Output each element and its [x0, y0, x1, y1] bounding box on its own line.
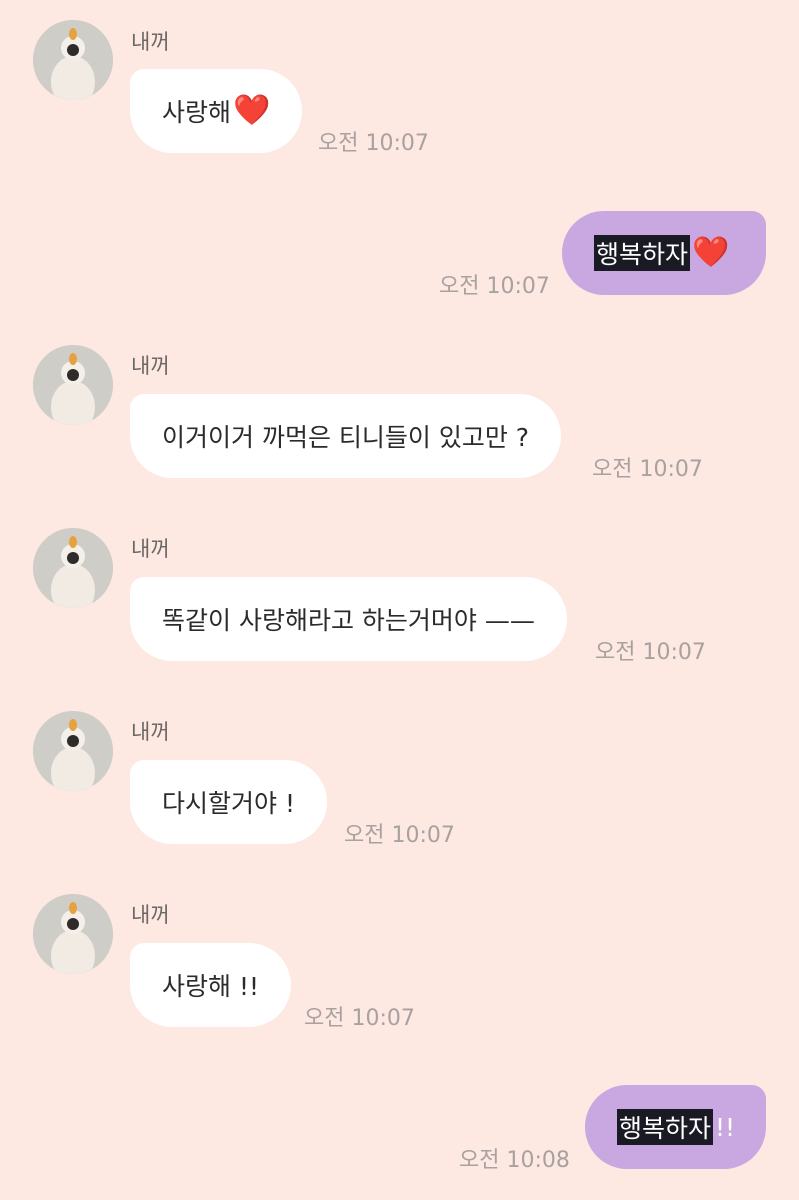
avatar[interactable] — [33, 20, 113, 100]
message-time: 오전 10:07 — [304, 1006, 415, 1031]
sender-name: 내꺼 — [131, 903, 170, 927]
avatar[interactable] — [33, 894, 113, 974]
profile-photo — [33, 20, 113, 100]
message-bubble[interactable]: 사랑해 ❤️ — [130, 69, 303, 153]
message-time: 오전 10:07 — [318, 131, 429, 156]
profile-photo — [33, 528, 113, 608]
message-text: 행복하자 — [594, 235, 691, 271]
profile-photo — [33, 894, 113, 974]
profile-photo — [33, 711, 113, 791]
message-text: 사랑해 — [162, 98, 232, 127]
message-time: 오전 10:08 — [459, 1148, 570, 1173]
message-bubble[interactable]: 행복하자 !! — [585, 1085, 766, 1169]
avatar[interactable] — [33, 345, 113, 425]
message-text: 똑같이 사랑해라고 하는거머야 —— — [162, 606, 535, 635]
profile-photo — [33, 345, 113, 425]
message-text: 이거이거 까먹은 티니들이 있고만 ? — [162, 423, 530, 452]
message-suffix: !! — [715, 1112, 736, 1142]
message-bubble[interactable]: 똑같이 사랑해라고 하는거머야 —— — [130, 577, 567, 661]
message-time: 오전 10:07 — [592, 457, 703, 482]
message-text: 다시할거야 ! — [162, 789, 295, 818]
heart-emoji: ❤️ — [692, 235, 730, 270]
sender-name: 내꺼 — [131, 354, 170, 378]
message-bubble[interactable]: 행복하자 ❤️ — [562, 211, 766, 295]
message-bubble[interactable]: 이거이거 까먹은 티니들이 있고만 ? — [130, 394, 562, 478]
sender-name: 내꺼 — [131, 720, 170, 744]
message-time: 오전 10:07 — [595, 640, 706, 665]
message-bubble[interactable]: 다시할거야 ! — [130, 760, 327, 844]
message-bubble[interactable]: 사랑해 !! — [130, 943, 291, 1027]
message-text: 사랑해 !! — [162, 972, 259, 1001]
message-time: 오전 10:07 — [439, 274, 550, 299]
sender-name: 내꺼 — [131, 537, 170, 561]
heart-emoji: ❤️ — [233, 93, 271, 128]
message-text: 행복하자 — [617, 1109, 714, 1145]
avatar[interactable] — [33, 528, 113, 608]
message-time: 오전 10:07 — [344, 823, 455, 848]
avatar[interactable] — [33, 711, 113, 791]
sender-name: 내꺼 — [131, 30, 170, 54]
